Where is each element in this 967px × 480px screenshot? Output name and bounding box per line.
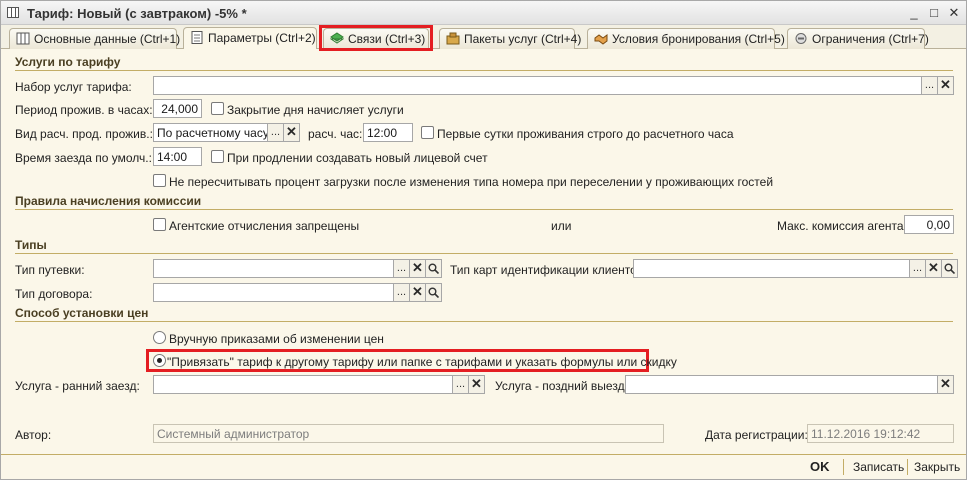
contract-type-label: Тип договора: <box>15 287 93 301</box>
tab-booking-conditions[interactable]: Условия бронирования (Ctrl+5) <box>587 28 785 49</box>
table-icon <box>16 32 30 45</box>
late-checkout-clear-button[interactable]: ✕ <box>937 375 954 394</box>
ok-button[interactable]: OK <box>810 459 830 474</box>
voucher-type-search-button[interactable] <box>425 259 442 278</box>
reg-date-label: Дата регистрации: <box>705 428 808 442</box>
early-checkin-select-button[interactable]: ... <box>452 375 469 394</box>
form-footer: OK Записать Закрыть <box>1 454 966 479</box>
document-icon <box>191 31 203 44</box>
tab-restrictions[interactable]: Ограничения (Ctrl+7) <box>787 28 929 49</box>
close-day-label: Закрытие дня начисляет услуги <box>227 103 404 117</box>
card-type-clear-button[interactable]: ✕ <box>925 259 942 278</box>
card-type-input[interactable] <box>633 259 910 278</box>
early-checkin-input[interactable] <box>153 375 453 394</box>
contract-type-input[interactable] <box>153 283 394 302</box>
no-recalc-label: Не пересчитывать процент загрузки после … <box>169 175 774 189</box>
period-input[interactable]: 24,000 <box>153 99 202 118</box>
manual-price-label: Вручную приказами об изменении цен <box>169 332 384 346</box>
first-day-checkbox[interactable] <box>421 126 434 139</box>
late-checkout-input[interactable] <box>625 375 938 394</box>
author-label: Автор: <box>15 428 52 442</box>
no-recalc-checkbox[interactable] <box>153 174 166 187</box>
section-types: Типы <box>15 238 953 254</box>
early-checkin-clear-button[interactable]: ✕ <box>468 375 485 394</box>
service-set-label: Набор услуг тарифа: <box>15 80 132 94</box>
contract-type-select-button[interactable]: ... <box>393 283 410 302</box>
tab-label: Условия бронирования (Ctrl+5) <box>612 32 785 46</box>
period-label: Период прожив. в часах: <box>15 103 153 117</box>
contract-type-search-button[interactable] <box>425 283 442 302</box>
checkin-input[interactable]: 14:00 <box>153 147 202 166</box>
max-commission-input[interactable]: 0,00 <box>904 215 954 234</box>
late-checkout-label: Услуга - поздний выезд: <box>495 379 628 393</box>
close-day-checkbox[interactable] <box>211 102 224 115</box>
close-window-button[interactable]: ✕ <box>946 5 962 21</box>
calc-type-select-button[interactable]: ... <box>267 123 284 142</box>
link-tariff-radio[interactable] <box>153 354 166 367</box>
tab-service-packages[interactable]: Пакеты услуг (Ctrl+4) <box>439 28 581 49</box>
save-button[interactable]: Записать <box>853 460 904 474</box>
checkin-label: Время заезда по умолч.: <box>15 151 152 165</box>
tab-label: Ограничения (Ctrl+7) <box>812 32 929 46</box>
or-label: или <box>551 219 572 233</box>
tab-highlight-frame <box>319 25 433 51</box>
search-icon <box>944 263 956 275</box>
section-commission: Правила начисления комиссии <box>15 194 953 210</box>
card-type-select-button[interactable]: ... <box>909 259 926 278</box>
footer-divider <box>843 459 844 475</box>
link-tariff-label: "Привязать" тариф к другому тарифу или п… <box>167 355 677 369</box>
voucher-type-clear-button[interactable]: ✕ <box>409 259 426 278</box>
voucher-type-label: Тип путевки: <box>15 263 85 277</box>
window-title: Тариф: Новый (с завтраком) -5% * <box>27 6 247 21</box>
search-icon <box>428 263 440 275</box>
new-account-label: При продлении создавать новый лицевой сч… <box>227 151 488 165</box>
calc-type-input[interactable]: По расчетному часу <box>153 123 268 142</box>
calc-hour-input[interactable]: 12:00 <box>363 123 413 142</box>
early-checkin-label: Услуга - ранний заезд: <box>15 379 140 393</box>
voucher-type-select-button[interactable]: ... <box>393 259 410 278</box>
calc-type-label: Вид расч. прод. прожив.: <box>15 127 153 141</box>
contract-type-clear-button[interactable]: ✕ <box>409 283 426 302</box>
handshake-icon <box>594 34 608 45</box>
minimize-button[interactable]: _ <box>906 5 922 21</box>
tab-label: Параметры (Ctrl+2) <box>208 31 316 45</box>
tabs-bar: Основные данные (Ctrl+1) Параметры (Ctrl… <box>1 25 966 49</box>
card-type-label: Тип карт идентификации клиентов: <box>450 263 647 277</box>
tab-label: Основные данные (Ctrl+1) <box>34 32 181 46</box>
author-field: Системный администратор <box>153 424 664 443</box>
tariff-window: Тариф: Новый (с завтраком) -5% * _ □ ✕ О… <box>0 0 967 480</box>
new-account-checkbox[interactable] <box>211 150 224 163</box>
restriction-icon <box>795 33 807 44</box>
section-services: Услуги по тарифу <box>15 55 953 71</box>
footer-divider <box>907 459 908 475</box>
agent-forbidden-label: Агентские отчисления запрещены <box>169 219 360 233</box>
service-set-select-button[interactable]: ... <box>921 76 938 95</box>
window-table-icon <box>7 7 19 18</box>
section-price-method: Способ установки цен <box>15 306 953 322</box>
service-set-clear-button[interactable]: ✕ <box>937 76 954 95</box>
max-commission-label: Макс. комиссия агента: <box>777 219 907 233</box>
tab-parameters[interactable]: Параметры (Ctrl+2) <box>183 27 317 49</box>
tab-main-data[interactable]: Основные данные (Ctrl+1) <box>9 28 181 49</box>
search-icon <box>428 287 440 299</box>
manual-price-radio[interactable] <box>153 331 166 344</box>
agent-forbidden-checkbox[interactable] <box>153 218 166 231</box>
reg-date-field: 11.12.2016 19:12:42 <box>807 424 954 443</box>
service-set-input[interactable] <box>153 76 922 95</box>
package-icon <box>446 32 460 45</box>
calc-hour-label: расч. час: <box>308 127 363 141</box>
title-bar: Тариф: Новый (с завтраком) -5% * _ □ ✕ <box>1 1 966 25</box>
close-button[interactable]: Закрыть <box>914 460 960 474</box>
calc-type-clear-button[interactable]: ✕ <box>283 123 300 142</box>
first-day-label: Первые сутки проживания строго до расчет… <box>437 127 734 141</box>
card-type-search-button[interactable] <box>941 259 958 278</box>
maximize-button[interactable]: □ <box>926 5 942 21</box>
tab-label: Пакеты услуг (Ctrl+4) <box>464 32 582 46</box>
voucher-type-input[interactable] <box>153 259 394 278</box>
